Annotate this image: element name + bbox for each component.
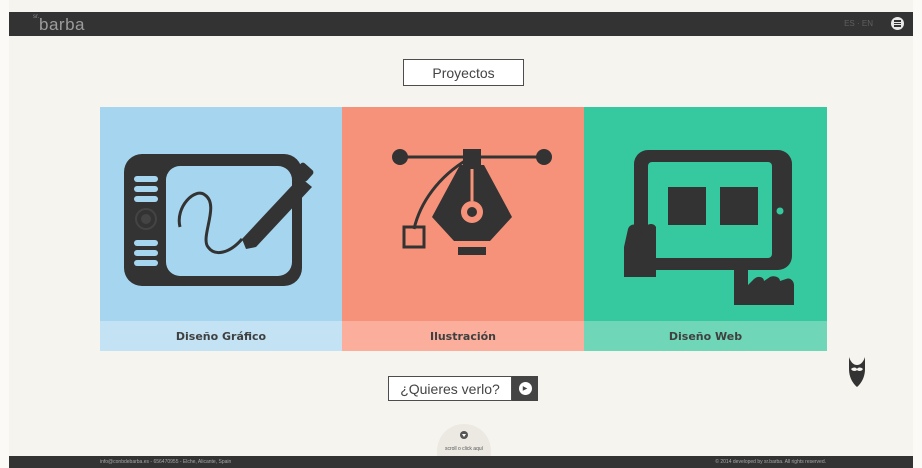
cta-button[interactable]: ¿Quieres verlo? ▶ — [388, 376, 538, 401]
page-frame-right — [913, 0, 922, 468]
card-diseno-web[interactable]: Diseño Web — [584, 107, 827, 351]
pen-tool-icon — [392, 149, 552, 255]
card-label: Diseño Gráfico — [100, 321, 342, 351]
language-switcher: ES · EN — [844, 19, 873, 28]
arrow-right-icon: ▶ — [518, 382, 532, 395]
hamburger-icon[interactable] — [891, 17, 904, 30]
beard-icon[interactable] — [845, 355, 869, 389]
card-ilustracion[interactable]: Ilustración — [342, 107, 584, 351]
chevron-down-icon — [460, 431, 468, 439]
language-es-link[interactable]: ES — [844, 19, 855, 28]
card-label: Diseño Web — [584, 321, 827, 351]
footer-contact[interactable]: info@conbdebarba.es - 656470955 - Elche,… — [100, 459, 231, 465]
language-en-link[interactable]: EN — [862, 19, 873, 28]
top-navigation-bar: sr. barba ES · EN — [9, 12, 913, 36]
logo-text: barba — [39, 15, 85, 34]
drawing-tablet-icon — [124, 154, 314, 286]
scroll-hint[interactable]: scroll o click aquí — [437, 424, 491, 456]
scroll-label: scroll o click aquí — [444, 446, 484, 452]
tablet-touch-icon — [624, 150, 794, 305]
footer-copyright: © 2014 developed by sr.barba. All rights… — [715, 459, 826, 465]
card-label: Ilustración — [342, 321, 584, 351]
cta-label: ¿Quieres verlo? — [388, 376, 512, 401]
cta-arrow-button[interactable]: ▶ — [512, 376, 538, 401]
page-title: Proyectos — [403, 59, 524, 86]
footer: info@conbdebarba.es - 656470955 - Elche,… — [9, 456, 913, 468]
language-separator: · — [856, 19, 860, 28]
page-frame-left — [0, 0, 9, 468]
card-diseno-grafico[interactable]: Diseño Gráfico — [100, 107, 342, 351]
